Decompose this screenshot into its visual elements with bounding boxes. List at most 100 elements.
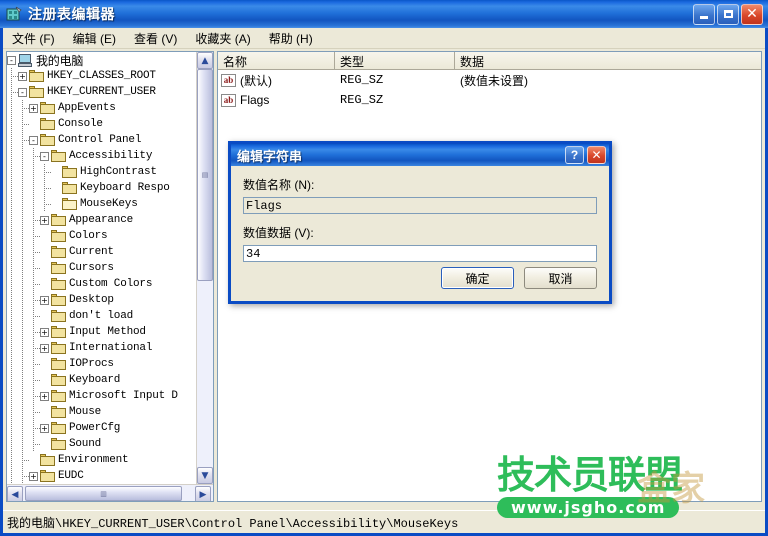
tree-node-input-method[interactable]: + Input Method — [7, 324, 197, 340]
minimize-button[interactable] — [693, 3, 715, 25]
ok-button[interactable]: 确定 — [441, 267, 514, 289]
tree-node-keyboard[interactable]: Keyboard — [7, 372, 197, 388]
cancel-button[interactable]: 取消 — [524, 267, 597, 289]
tree-node-microsoft-input-d[interactable]: + Microsoft Input D — [7, 388, 197, 404]
table-row[interactable]: ab (默认) REG_SZ (数值未设置) — [218, 70, 761, 90]
tree-node-appevents[interactable]: + AppEvents — [7, 100, 197, 116]
tree-indent-guide — [7, 260, 18, 276]
dialog-help-button[interactable]: ? — [565, 146, 584, 164]
tree-indent-guide — [7, 276, 18, 292]
value-name-input[interactable] — [243, 197, 597, 214]
menu-favorites[interactable]: 收藏夹 (A) — [186, 28, 259, 49]
tree-node-international[interactable]: + International — [7, 340, 197, 356]
tree-node-current[interactable]: Current — [7, 244, 197, 260]
tree-indent-guide — [7, 468, 18, 484]
tree-indent-guide — [7, 404, 18, 420]
tree-indent-guide — [40, 180, 51, 196]
folder-icon — [51, 278, 66, 290]
hscroll-thumb[interactable]: ▥ — [25, 486, 182, 501]
tree-node-don-t-load[interactable]: don't load — [7, 308, 197, 324]
tree-indent-guide — [18, 196, 29, 212]
tree-indent-guide — [18, 404, 29, 420]
scroll-right-button[interactable]: ▶ — [195, 486, 211, 501]
tree-indent-guide — [7, 372, 18, 388]
dialog-close-button[interactable]: ✕ — [587, 146, 606, 164]
tree-node-powercfg[interactable]: + PowerCfg — [7, 420, 197, 436]
dialog-title-bar: 编辑字符串 ? ✕ — [231, 141, 609, 166]
tree-node-accessibility[interactable]: - Accessibility — [7, 148, 197, 164]
no-expander — [40, 264, 49, 273]
tree-node-hkey-current-user[interactable]: - HKEY_CURRENT_USER — [7, 84, 197, 100]
scroll-up-button[interactable]: ▲ — [197, 52, 213, 69]
tree-vertical-scrollbar[interactable]: ▲ ▤ ▼ — [196, 52, 213, 484]
expand-icon[interactable]: + — [40, 391, 49, 401]
scroll-down-button[interactable]: ▼ — [197, 467, 213, 484]
collapse-icon[interactable]: - — [7, 55, 16, 65]
scroll-left-button[interactable]: ◀ — [7, 486, 23, 501]
tree-node-colors[interactable]: Colors — [7, 228, 197, 244]
window-title: 注册表编辑器 — [28, 6, 115, 22]
tree-node-label: don't load — [69, 310, 134, 322]
registry-tree[interactable]: - 我的电脑 + HKEY_CLASSES_ROOT - HKEY_CURRENT_USE… — [7, 52, 197, 484]
tree-node-appearance[interactable]: + Appearance — [7, 212, 197, 228]
tree-node-keyboard-respo[interactable]: Keyboard Respo — [7, 180, 197, 196]
tree-node-[interactable]: - 我的电脑 — [7, 52, 197, 68]
tree-indent-guide — [7, 148, 18, 164]
tree-indent-guide — [7, 340, 18, 356]
no-expander — [40, 360, 49, 369]
menu-edit[interactable]: 编辑 (E) — [64, 28, 125, 49]
menu-view[interactable]: 查看 (V) — [125, 28, 186, 49]
folder-icon — [62, 182, 77, 194]
column-header-type[interactable]: 类型 — [335, 52, 455, 69]
tree-node-cursors[interactable]: Cursors — [7, 260, 197, 276]
table-row[interactable]: ab Flags REG_SZ — [218, 90, 761, 110]
value-data-input[interactable] — [243, 245, 597, 262]
column-header-data[interactable]: 数据 — [455, 52, 761, 69]
tree-node-sound[interactable]: Sound — [7, 436, 197, 452]
expand-icon[interactable]: + — [29, 471, 38, 481]
tree-indent-guide — [7, 212, 18, 228]
scroll-thumb[interactable]: ▤ — [197, 69, 213, 281]
no-expander — [51, 200, 60, 209]
tree-node-mousekeys[interactable]: MouseKeys — [7, 196, 197, 212]
tree-node-environment[interactable]: Environment — [7, 452, 197, 468]
expand-icon[interactable]: + — [40, 343, 49, 353]
tree-indent-guide — [29, 148, 40, 164]
expand-icon[interactable]: + — [40, 215, 49, 225]
tree-node-desktop[interactable]: + Desktop — [7, 292, 197, 308]
tree-indent-guide — [18, 148, 29, 164]
folder-icon — [51, 438, 66, 450]
tree-node-label: Desktop — [69, 294, 114, 306]
tree-node-hkey-classes-root[interactable]: + HKEY_CLASSES_ROOT — [7, 68, 197, 84]
tree-indent-guide — [29, 324, 40, 340]
maximize-button[interactable] — [717, 3, 739, 25]
tree-indent-guide — [29, 388, 40, 404]
collapse-icon[interactable]: - — [40, 151, 49, 161]
tree-indent-guide — [18, 212, 29, 228]
collapse-icon[interactable]: - — [18, 87, 27, 97]
expand-icon[interactable]: + — [18, 71, 27, 81]
tree-node-console[interactable]: Console — [7, 116, 197, 132]
no-expander — [51, 168, 60, 177]
tree-node-ioprocs[interactable]: IOProcs — [7, 356, 197, 372]
menu-file[interactable]: 文件 (F) — [3, 28, 64, 49]
no-expander — [40, 376, 49, 385]
tree-node-eudc[interactable]: + EUDC — [7, 468, 197, 484]
menu-help[interactable]: 帮助 (H) — [260, 28, 322, 49]
tree-node-control-panel[interactable]: - Control Panel — [7, 132, 197, 148]
expand-icon[interactable]: + — [29, 103, 38, 113]
tree-horizontal-scrollbar[interactable]: ◀ ▥ ▶ — [7, 484, 213, 501]
expand-icon[interactable]: + — [40, 423, 49, 433]
close-button[interactable]: ✕ — [741, 3, 763, 25]
tree-indent-guide — [18, 100, 29, 116]
folder-icon — [51, 390, 66, 402]
tree-indent-guide — [7, 308, 18, 324]
tree-node-label: Accessibility — [69, 150, 153, 162]
column-header-name[interactable]: 名称 — [218, 52, 335, 69]
tree-node-highcontrast[interactable]: HighContrast — [7, 164, 197, 180]
collapse-icon[interactable]: - — [29, 135, 38, 145]
expand-icon[interactable]: + — [40, 327, 49, 337]
expand-icon[interactable]: + — [40, 295, 49, 305]
tree-node-mouse[interactable]: Mouse — [7, 404, 197, 420]
tree-node-custom-colors[interactable]: Custom Colors — [7, 276, 197, 292]
